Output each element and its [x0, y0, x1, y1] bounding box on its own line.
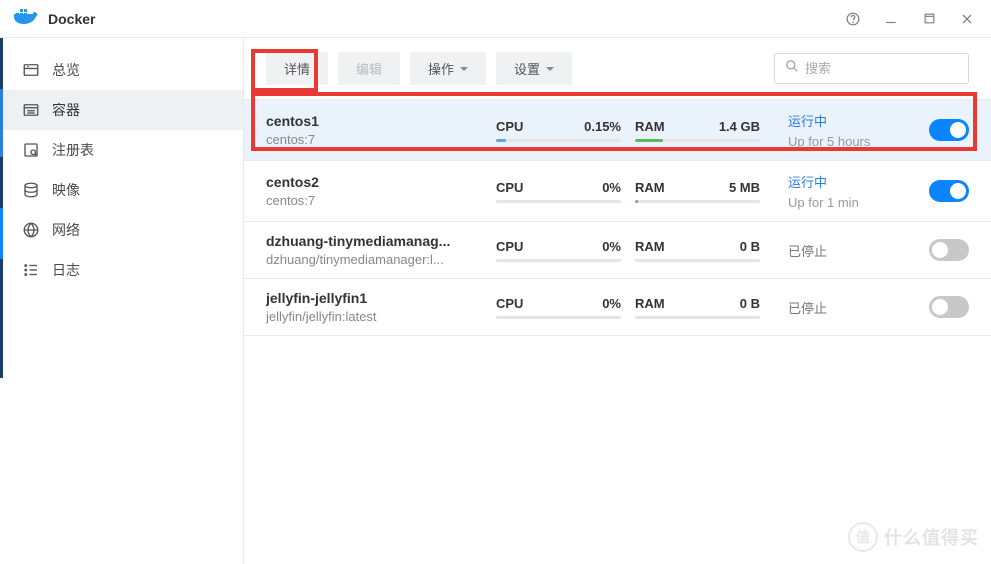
chevron-down-icon — [460, 67, 468, 71]
sidebar-item-registry[interactable]: 注册表 — [0, 130, 243, 170]
uptime-text: Up for 5 hours — [788, 134, 928, 149]
cpu-label: CPU — [496, 239, 523, 254]
action-button[interactable]: 操作 — [410, 52, 486, 85]
status-badge: 已停止 — [788, 298, 928, 317]
power-toggle[interactable] — [929, 239, 969, 261]
image-icon — [22, 181, 40, 199]
overview-icon — [22, 61, 40, 79]
ram-label: RAM — [635, 180, 665, 195]
container-name: centos2 — [266, 174, 496, 190]
registry-icon — [22, 141, 40, 159]
cpu-bar — [496, 200, 621, 203]
sidebar-item-overview[interactable]: 总览 — [0, 50, 243, 90]
cpu-label: CPU — [496, 296, 523, 311]
ram-value: 0 B — [740, 239, 760, 254]
container-name: dzhuang-tinymediamanag... — [266, 233, 496, 249]
container-row[interactable]: dzhuang-tinymediamanag... dzhuang/tinyme… — [244, 222, 991, 279]
container-name: centos1 — [266, 113, 496, 129]
main-panel: 详情 编辑 操作 设置 centos1 centos:7 CPU 0.15% — [244, 38, 991, 564]
power-toggle[interactable] — [929, 180, 969, 202]
power-toggle[interactable] — [929, 296, 969, 318]
settings-button[interactable]: 设置 — [496, 52, 572, 85]
chevron-down-icon — [546, 67, 554, 71]
docker-logo-icon — [14, 6, 38, 31]
sidebar-item-image[interactable]: 映像 — [0, 170, 243, 210]
ram-label: RAM — [635, 239, 665, 254]
cpu-value: 0% — [602, 180, 621, 195]
ram-value: 1.4 GB — [719, 119, 760, 134]
cpu-label: CPU — [496, 180, 523, 195]
cpu-value: 0.15% — [584, 119, 621, 134]
cpu-value: 0% — [602, 239, 621, 254]
container-row[interactable]: centos1 centos:7 CPU 0.15% RAM 1.4 GB 运行… — [244, 100, 991, 161]
search-input[interactable] — [805, 61, 958, 76]
ram-bar — [635, 316, 760, 319]
ram-value: 5 MB — [729, 180, 760, 195]
decorative-strip — [0, 38, 3, 378]
cpu-bar — [496, 259, 621, 262]
close-icon[interactable] — [957, 9, 977, 29]
ram-bar — [635, 259, 760, 262]
toolbar: 详情 编辑 操作 设置 — [244, 38, 991, 99]
sidebar-item-network[interactable]: 网络 — [0, 210, 243, 250]
cpu-value: 0% — [602, 296, 621, 311]
minimize-icon[interactable] — [881, 9, 901, 29]
container-image: jellyfin/jellyfin:latest — [266, 309, 496, 324]
sidebar-item-label: 容器 — [52, 100, 80, 120]
titlebar: Docker — [0, 0, 991, 38]
app-title: Docker — [48, 11, 95, 27]
sidebar-item-label: 映像 — [52, 180, 80, 200]
ram-label: RAM — [635, 296, 665, 311]
container-list: centos1 centos:7 CPU 0.15% RAM 1.4 GB 运行… — [244, 99, 991, 336]
help-icon[interactable] — [843, 9, 863, 29]
status-badge: 运行中 — [788, 172, 928, 191]
edit-button[interactable]: 编辑 — [338, 52, 400, 85]
uptime-text: Up for 1 min — [788, 195, 928, 210]
sidebar-item-container[interactable]: 容器 — [0, 90, 243, 130]
container-image: centos:7 — [266, 132, 496, 147]
power-toggle[interactable] — [929, 119, 969, 141]
container-image: dzhuang/tinymediamanager:l... — [266, 252, 496, 267]
cpu-bar — [496, 139, 621, 142]
search-box[interactable] — [774, 53, 969, 84]
cpu-label: CPU — [496, 119, 523, 134]
sidebar-item-log[interactable]: 日志 — [0, 250, 243, 290]
ram-value: 0 B — [740, 296, 760, 311]
search-icon — [785, 59, 799, 78]
ram-bar — [635, 139, 760, 142]
sidebar-item-label: 注册表 — [52, 140, 94, 160]
details-button[interactable]: 详情 — [266, 52, 328, 85]
container-name: jellyfin-jellyfin1 — [266, 290, 496, 306]
sidebar-item-label: 网络 — [52, 220, 80, 240]
sidebar-item-label: 总览 — [52, 60, 80, 80]
cpu-bar — [496, 316, 621, 319]
container-image: centos:7 — [266, 193, 496, 208]
container-row[interactable]: centos2 centos:7 CPU 0% RAM 5 MB 运行中 Up f… — [244, 161, 991, 222]
sidebar: 总览 容器 注册表 映像 网络 日志 — [0, 38, 244, 564]
container-row[interactable]: jellyfin-jellyfin1 jellyfin/jellyfin:lat… — [244, 279, 991, 336]
status-badge: 运行中 — [788, 111, 928, 130]
ram-label: RAM — [635, 119, 665, 134]
ram-bar — [635, 200, 760, 203]
network-icon — [22, 221, 40, 239]
log-icon — [22, 261, 40, 279]
container-icon — [22, 101, 40, 119]
maximize-icon[interactable] — [919, 9, 939, 29]
status-badge: 已停止 — [788, 241, 928, 260]
sidebar-item-label: 日志 — [52, 260, 80, 280]
